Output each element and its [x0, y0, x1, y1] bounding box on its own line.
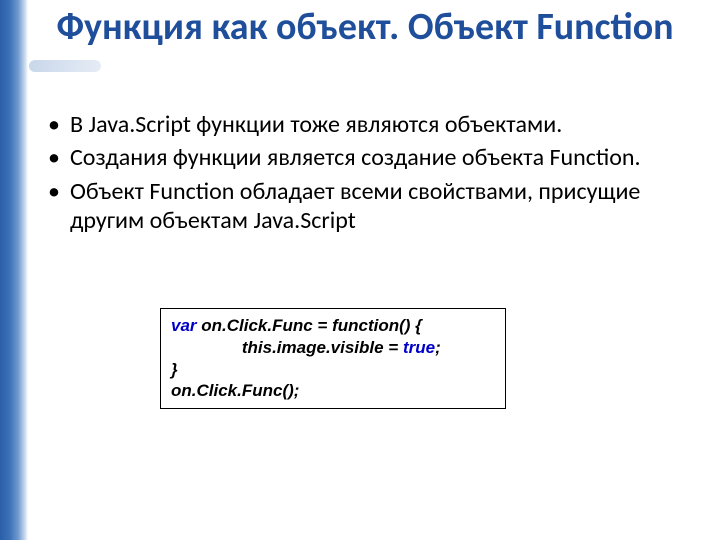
bullet-list: В Java.Script функции тоже являются объе…	[48, 110, 684, 239]
side-stripe	[0, 0, 28, 540]
code-text: this.image.visible =	[242, 338, 403, 357]
slide: Функция как объект. Объект Function В Ja…	[0, 0, 720, 540]
keyword-var: var	[171, 316, 197, 335]
slide-title: Функция как объект. Объект Function	[40, 6, 690, 49]
list-item: В Java.Script функции тоже являются объе…	[48, 110, 684, 139]
code-text: on.Click.Func = function() {	[197, 316, 422, 335]
code-line: }	[171, 359, 495, 381]
code-text: ;	[435, 338, 441, 357]
accent-bar	[29, 60, 101, 72]
code-example: var on.Click.Func = function() { this.im…	[160, 308, 506, 409]
code-indent	[171, 338, 242, 357]
list-item: Объект Function обладает всеми свойствам…	[48, 177, 684, 236]
code-line: var on.Click.Func = function() {	[171, 315, 495, 337]
list-item: Создания функции является создание объек…	[48, 143, 684, 172]
code-line: this.image.visible = true;	[171, 337, 495, 359]
keyword-true: true	[403, 338, 435, 357]
code-line: on.Click.Func();	[171, 380, 495, 402]
